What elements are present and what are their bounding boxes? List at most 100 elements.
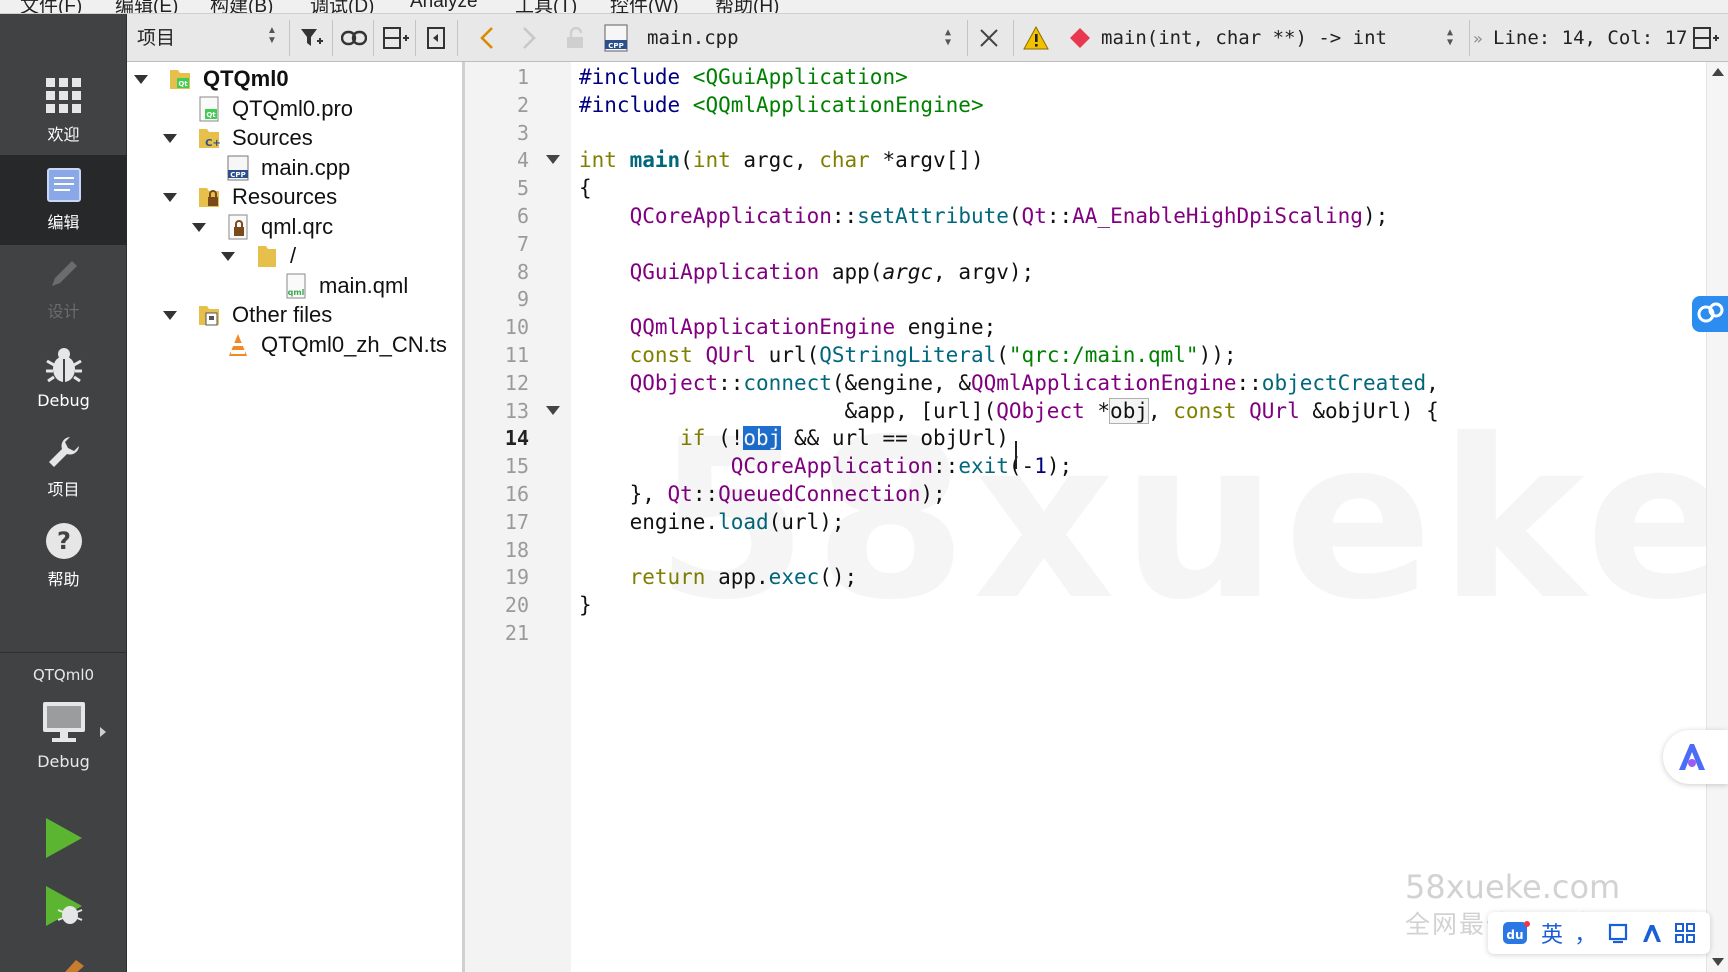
mode-projects[interactable]: 项目 — [0, 422, 127, 512]
code-token: main — [629, 148, 681, 173]
debug-run-button[interactable] — [40, 882, 88, 930]
expand-arrow-icon[interactable] — [163, 134, 177, 143]
folder-icon — [254, 243, 280, 269]
code-token: * — [1084, 398, 1111, 423]
split-add-icon — [383, 27, 409, 49]
line-number: 4 — [516, 148, 529, 173]
mode-edit[interactable]: 编辑 — [0, 155, 127, 245]
expand-arrow-icon[interactable] — [221, 252, 235, 261]
ime-skin-icon[interactable] — [1641, 922, 1663, 944]
menu-item[interactable]: 帮助(H) — [715, 0, 779, 13]
warning-indicator[interactable] — [1023, 14, 1049, 62]
tree-item[interactable]: qml.qrc — [192, 211, 333, 243]
symbol-combo[interactable]: main(int, char **) -> int — [1101, 14, 1387, 62]
filter-button[interactable] — [297, 24, 327, 52]
tree-item-label: QTQml0_zh_CN.ts — [261, 331, 447, 357]
code-token: &objUrl) { — [1299, 398, 1439, 423]
menu-item[interactable]: 调试(D) — [310, 0, 374, 13]
mode-debug[interactable]: Debug — [0, 333, 127, 423]
svg-text:Qt: Qt — [178, 80, 188, 88]
tree-item[interactable]: Qt QTQml0 — [134, 63, 289, 95]
ime-logo-icon[interactable]: du — [1502, 919, 1530, 947]
overflow-chevron-icon[interactable]: » — [1473, 14, 1483, 62]
code-token: ); — [920, 482, 946, 506]
project-view-combo[interactable]: 项目 — [137, 24, 287, 52]
ime-punctuation-toggle[interactable]: ， — [1574, 917, 1596, 949]
tree-item[interactable]: Other files — [163, 299, 332, 331]
svg-text:du: du — [1506, 928, 1523, 942]
cursor-position[interactable]: Line: 14, Col: 17 — [1493, 14, 1687, 62]
mode-label: 欢迎 — [47, 125, 80, 144]
expand-arrow-icon[interactable] — [134, 75, 148, 84]
close-sidebar-button[interactable] — [421, 24, 451, 52]
line-number: 17 — [504, 509, 529, 534]
filter-icon — [301, 29, 323, 46]
expand-arrow-icon[interactable] — [192, 222, 206, 232]
tree-item[interactable]: qml main.qml — [283, 270, 408, 302]
file-type-icon-wrap: CPP — [603, 14, 631, 62]
line-number: 7 — [516, 231, 529, 256]
split-button[interactable] — [381, 24, 411, 52]
split-editor-button[interactable] — [1693, 14, 1719, 62]
scroll-up-icon[interactable] — [1712, 68, 1724, 76]
nav-forward-button[interactable] — [521, 14, 537, 62]
code-token: int — [692, 148, 744, 173]
expand-arrow-icon[interactable] — [163, 193, 177, 202]
floating-share-button[interactable] — [1692, 296, 1728, 332]
ime-language-toggle[interactable]: 英 — [1541, 917, 1563, 949]
toolbar-separator — [457, 20, 458, 56]
code-token: , argv); — [933, 259, 1035, 284]
mode-welcome[interactable]: 欢迎 — [0, 66, 127, 156]
code-editor[interactable]: 1 2 3 4 5 6 7 8 9 10 11 12 13 14 15 16 17 18 19 20 21 #inclu… — [465, 62, 1728, 972]
fold-marker-icon[interactable] — [546, 405, 560, 415]
lock-button[interactable] — [565, 14, 585, 62]
tree-item[interactable]: C+ Sources — [163, 122, 313, 154]
code-token: #include — [579, 92, 693, 117]
bug-icon — [45, 347, 82, 382]
menu-item[interactable]: 构建(B) — [210, 0, 273, 13]
ts-file-icon — [225, 332, 251, 358]
tree-item-label: Resources — [232, 184, 338, 209]
build-button[interactable] — [52, 954, 92, 972]
tree-item[interactable]: Qt QTQml0.pro — [196, 93, 353, 125]
line-number: 18 — [504, 537, 529, 562]
tree-item-label: QTQml0 — [203, 66, 289, 91]
open-file-name[interactable]: main.cpp — [647, 14, 739, 62]
run-button[interactable] — [40, 814, 88, 862]
kit-expand-icon[interactable] — [100, 727, 106, 737]
nav-back-button[interactable] — [479, 14, 495, 62]
tree-item[interactable]: Resources — [163, 181, 338, 213]
toolbar-separator — [1469, 20, 1470, 56]
expand-arrow-icon[interactable] — [163, 311, 177, 320]
ime-keyboard-icon[interactable] — [1608, 922, 1630, 944]
ime-toolbar[interactable]: du 英 ， — [1488, 912, 1710, 954]
tree-item[interactable]: / — [221, 240, 296, 272]
editor-toolbar: CPP main.cpp ▲ ▼ main(int, char **) -> in… — [465, 14, 1728, 62]
scroll-down-icon[interactable] — [1712, 958, 1724, 966]
file-combo-arrows-icon[interactable]: ▲ ▼ — [945, 14, 951, 62]
close-document-button[interactable] — [979, 14, 999, 62]
editor-vertical-scrollbar[interactable] — [1706, 62, 1728, 972]
code-token: QCoreApplication — [629, 204, 832, 228]
tree-item[interactable]: QTQml0_zh_CN.ts — [225, 329, 447, 361]
menu-item[interactable]: 文件(F) — [20, 0, 82, 13]
kit-selector[interactable]: Debug — [0, 700, 127, 800]
code-token: connect — [743, 370, 832, 395]
floating-assistant-button[interactable] — [1663, 730, 1728, 784]
link-button[interactable] — [339, 24, 369, 52]
tree-item-label: main.qml — [319, 272, 409, 298]
menu-item[interactable]: 编辑(E) — [115, 0, 178, 13]
line-number: 9 — [516, 287, 529, 312]
fold-marker-icon[interactable] — [546, 155, 560, 165]
menu-item[interactable]: 工具(T) — [515, 0, 577, 13]
mode-design[interactable]: 设计 — [0, 244, 127, 334]
tree-item[interactable]: CPP main.cpp — [225, 152, 350, 184]
mode-help[interactable]: ? 帮助 — [0, 511, 127, 601]
symbol-combo-arrows-icon[interactable]: ▲ ▼ — [1447, 14, 1453, 62]
menu-item[interactable]: 控件(W) — [610, 0, 679, 13]
menu-item[interactable]: Analyze — [410, 0, 478, 13]
ime-menu-grid-icon[interactable] — [1674, 922, 1696, 944]
toolbar-separator — [373, 20, 374, 56]
